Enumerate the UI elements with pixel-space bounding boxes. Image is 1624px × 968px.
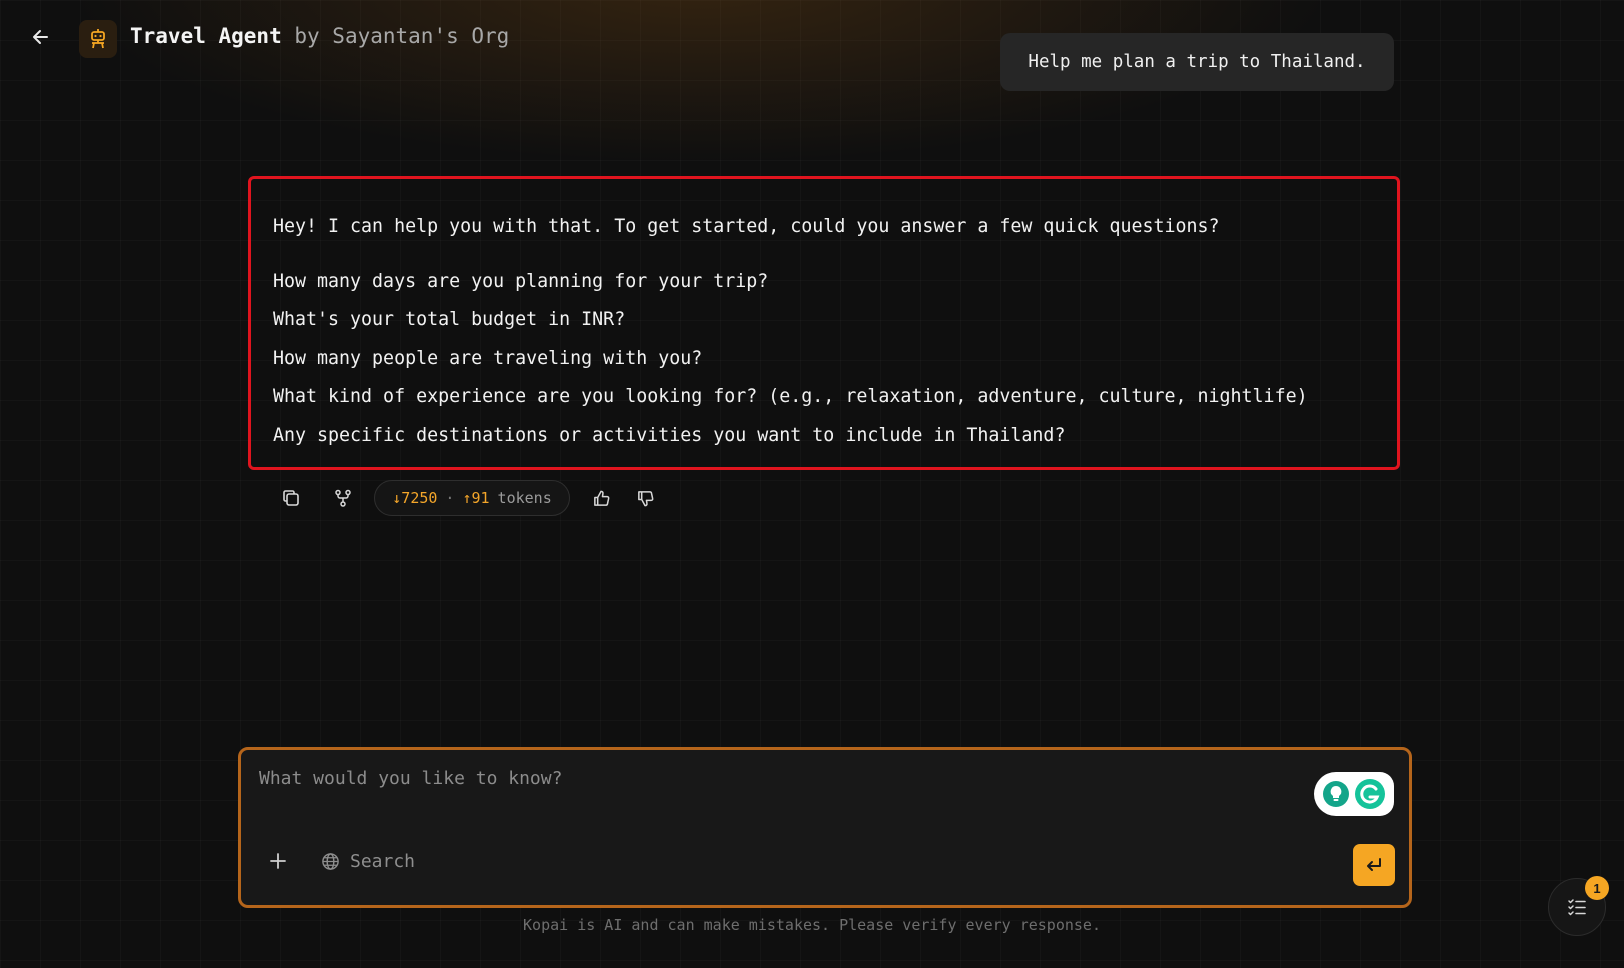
assistant-question: What's your total budget in INR? xyxy=(273,309,626,330)
attach-button[interactable] xyxy=(263,846,293,876)
agent-avatar xyxy=(79,20,117,58)
assistant-message: Hey! I can help you with that. To get st… xyxy=(248,176,1400,470)
copy-icon xyxy=(283,490,299,506)
chat-page: Travel Agent by Sayantan's Org Help me p… xyxy=(0,0,1624,968)
thumbs-down-icon xyxy=(637,490,653,506)
task-count-badge: 1 xyxy=(1585,876,1609,900)
assistant-question: What kind of experience are you looking … xyxy=(273,386,1308,407)
dislike-button[interactable] xyxy=(628,480,662,516)
tokens-label: tokens xyxy=(497,489,552,507)
assistant-question: Any specific destinations or activities … xyxy=(273,424,1066,446)
agent-name: Travel Agent xyxy=(130,24,282,48)
tokens-in: ↓7250 xyxy=(392,489,438,507)
search-label: Search xyxy=(350,850,416,872)
tokens-separator: · xyxy=(445,489,455,507)
copy-button[interactable] xyxy=(274,480,308,516)
assistant-question: How many days are you planning for your … xyxy=(273,270,769,292)
back-button[interactable] xyxy=(26,22,56,52)
robot-icon xyxy=(91,29,105,49)
send-button[interactable] xyxy=(1353,844,1395,886)
ai-disclaimer: Kopai is AI and can make mistakes. Pleas… xyxy=(523,916,1101,934)
assistant-question: How many people are traveling with you? xyxy=(273,347,703,369)
grammarly-icon xyxy=(1355,779,1385,809)
enter-icon xyxy=(1367,858,1381,871)
checklist-icon xyxy=(1568,899,1586,916)
user-message-bubble: Help me plan a trip to Thailand. xyxy=(1000,33,1394,91)
branch-button[interactable] xyxy=(326,480,360,516)
thumbs-up-icon xyxy=(593,490,609,506)
arrow-left-icon xyxy=(33,30,48,44)
git-branch-icon xyxy=(335,489,351,507)
message-composer: Search xyxy=(238,747,1412,908)
bulb-extension-icon xyxy=(1323,781,1349,807)
extension-badges[interactable] xyxy=(1314,772,1394,816)
globe-icon xyxy=(322,852,339,870)
assistant-intro: Hey! I can help you with that. To get st… xyxy=(273,216,1220,237)
agent-title: Travel Agent by Sayantan's Org xyxy=(130,24,509,48)
token-usage-badge: ↓7250 · ↑91 tokens xyxy=(374,480,570,516)
tokens-out: ↑91 xyxy=(462,489,490,507)
like-button[interactable] xyxy=(584,480,618,516)
web-search-toggle[interactable]: Search xyxy=(321,846,415,876)
plus-icon xyxy=(270,853,286,869)
message-input[interactable] xyxy=(259,768,1259,818)
agent-org: by Sayantan's Org xyxy=(294,24,510,48)
